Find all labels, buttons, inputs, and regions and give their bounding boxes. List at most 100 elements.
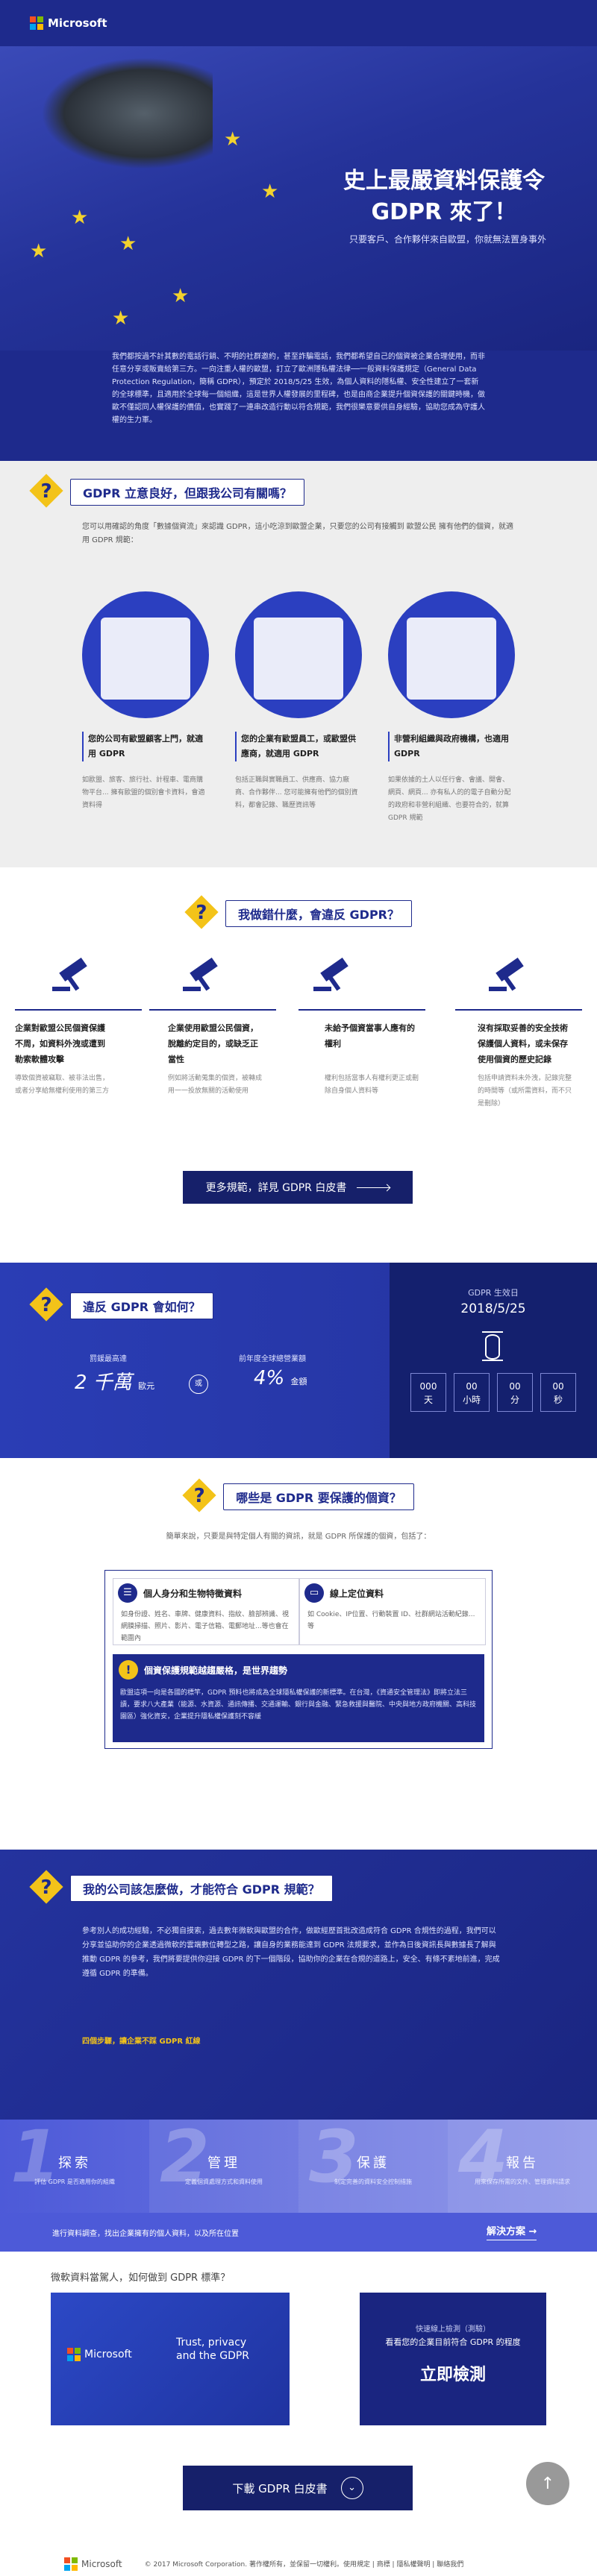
handshake-illustration	[235, 591, 362, 718]
fine-value: 2 千萬 歐元	[75, 1372, 155, 1394]
card-body: 包括正職與實職員工、供應商、協力廠商、合作夥伴... 您可能擁有他們的個別資料，…	[235, 776, 358, 809]
windows-logo-icon	[30, 16, 43, 30]
gavel-icon	[52, 957, 94, 993]
whitepaper-rules-button[interactable]: 更多規範，詳見 GDPR 白皮書	[183, 1171, 413, 1204]
footer: Microsoft © 2017 Microsoft Corporation. …	[0, 2551, 597, 2576]
violation-title: 企業使用歐盟公民個資，脫離約定目的，或缺乏正當性	[168, 1023, 258, 1064]
download-whitepaper-button[interactable]: 下載 GDPR 白皮書 ⌄	[183, 2466, 413, 2510]
eu-star-icon: ★	[224, 128, 242, 151]
revenue-value: 4% 金額	[254, 1367, 307, 1389]
steps-row: 1 探索 評估 GDPR 是否適用你的組織 2 管理 定義個資處理方式和資料使用 3 保護…	[0, 2115, 597, 2213]
check-now-button[interactable]: 立即檢測	[360, 2361, 546, 2385]
footer-copyright[interactable]: © 2017 Microsoft Corporation. 著作權所有，並保留一…	[145, 2559, 464, 2569]
eu-star-icon: ★	[119, 233, 137, 255]
footer-logo[interactable]: Microsoft	[64, 2557, 122, 2571]
customers-illustration	[82, 591, 209, 718]
protected-data-section: ? 哪些是 GDPR 要保護的個資？ 簡單來說，只要是與特定個人有關的資訊，就是…	[0, 1458, 597, 1850]
section-heading: ? 我的公司該怎麼做，才能符合 GDPR 規範？	[29, 1870, 333, 1905]
brand-name: Microsoft	[48, 16, 107, 30]
eu-star-icon: ★	[261, 180, 279, 203]
identity-box: ☰ 個人身分和生物特徵資料 如身份證、姓名、車牌、健康資料、指紋、臉部辨識、視網…	[113, 1578, 299, 1645]
applicability-section: ? GDPR 立意良好，但跟我公司有關嗎？ 您可以用確認的角度「數據個資流」來認…	[0, 461, 597, 867]
card-body: 如果依據的土人以任行會、會議、開會、網頁、網頁... 亦有私人的的電子自動分配的…	[388, 776, 511, 822]
countdown-label: GDPR 生效日	[468, 1288, 519, 1298]
trend-box: ! 個資保護規範越趨嚴格，是世界趨勢 歐盟這項一向是各國的標竿，GDPR 預料也…	[113, 1654, 484, 1742]
section-text: 參考別人的成功經驗，不必獨自摸索，過去數年微軟與歐盟的合作，做歐經歷首批改造成符…	[82, 1927, 500, 1978]
step-detail-text: 進行資料調查，找出企業擁有的個人資料，以及所在位置	[52, 2230, 239, 2238]
violation-title: 未給予個資當事人應有的權利	[325, 1023, 415, 1049]
top-bar: Microsoft	[0, 0, 597, 46]
alert-icon: !	[119, 1660, 138, 1680]
eu-star-icon: ★	[172, 285, 190, 307]
section-heading: ? 違反 GDPR 會如何？	[29, 1287, 213, 1322]
gavel-image	[41, 57, 213, 169]
card-body: 如歐盟、旅客、旅行社、計程車、電商購物平台... 擁有歐盟的個別會卡資料，會適資…	[82, 776, 205, 809]
gavel-icon	[313, 957, 355, 993]
location-box: ▭ 線上定位資料 如 Cookie、IP位置、行動裝置 ID、社群網站活動紀錄.…	[299, 1578, 486, 1645]
step-report[interactable]: 4 報告 用來保存所需的文件、管理資料請求	[448, 2115, 597, 2213]
section-title: 違反 GDPR 會如何？	[70, 1292, 213, 1319]
intro-text: 我們都按過不計其數的電話行銷、不明的社群邀約，甚至詐騙電話，我們都希望自己的個資…	[0, 351, 597, 461]
protected-data-card: ☰ 個人身分和生物特徵資料 如身份證、姓名、車牌、健康資料、指紋、臉部辨識、視網…	[104, 1570, 493, 1749]
countdown-hours: 00 小時	[454, 1373, 490, 1412]
countdown-seconds: 00 秒	[540, 1373, 576, 1412]
gavel-icon	[183, 957, 225, 993]
windows-logo-icon	[67, 2348, 81, 2361]
microsoft-logo[interactable]: Microsoft	[30, 16, 107, 30]
section-title: GDPR 立意良好，但跟我公司有關嗎？	[70, 479, 305, 506]
monitor-icon: ▭	[304, 1583, 324, 1603]
section-heading: ? GDPR 立意良好，但跟我公司有關嗎？	[29, 474, 305, 509]
hero-banner: ★ ★ ★ ★ ★ ★ ★ 史上最嚴資料保護令 GDPR 來了！ 只要客戶、合作夥…	[0, 46, 597, 351]
hourglass-icon	[482, 1331, 503, 1361]
eu-star-icon: ★	[71, 207, 89, 229]
countdown-date: 2018/5/25	[460, 1301, 526, 1316]
video-title: Trust, privacy and the GDPR	[176, 2337, 250, 2362]
countdown-panel: GDPR 生效日 2018/5/25 000 天 00 小時 00 分 00 秒	[390, 1263, 597, 1458]
gavel-icon	[489, 957, 531, 993]
revenue-label: 前年度全球總營業額	[239, 1355, 306, 1363]
card-title: 您的企業有歐盟員工，或歐盟供應商，就適用 GDPR	[235, 732, 362, 761]
countdown-minutes: 00 分	[497, 1373, 533, 1412]
question-icon: ?	[29, 1287, 63, 1322]
government-building-illustration	[388, 591, 515, 718]
question-icon: ?	[29, 1870, 63, 1905]
hero-title: 史上最嚴資料保護令 GDPR 來了！	[343, 168, 545, 225]
penalties-section: ? 違反 GDPR 會如何？ 罰鍰最高達 2 千萬 歐元 或 前年度全球總營業額…	[0, 1263, 597, 1458]
arrow-right-icon	[357, 1187, 390, 1188]
step-protect[interactable]: 3 保護 制定完善的資料安全控制措施	[298, 2115, 448, 2213]
online-check-panel: 快速線上檢測（測驗） 看看您的企業目前符合 GDPR 的程度 立即檢測	[360, 2293, 546, 2425]
resources-section: 微軟資料當駕人，如何做到 GDPR 標準？ Microsoft Trust, p…	[0, 2252, 597, 2576]
eu-star-icon: ★	[112, 307, 130, 330]
compliance-section: ? 我的公司該怎麼做，才能符合 GDPR 規範？ 參考別人的成功經驗，不必獨自摸…	[0, 1850, 597, 2120]
gdpr-video[interactable]: Microsoft Trust, privacy and the GDPR	[51, 2293, 290, 2425]
violation-title: 沒有採取妥善的安全技術保護個人資料，或未保存使用個資的歷史記錄	[478, 1023, 568, 1064]
resources-question: 微軟資料當駕人，如何做到 GDPR 標準？	[51, 2272, 231, 2284]
step-discover[interactable]: 1 探索 評估 GDPR 是否適用你的組織	[0, 2115, 149, 2213]
step-detail-bar: 進行資料調查，找出企業擁有的個人資料，以及所在位置 解決方案 →	[0, 2213, 597, 2252]
eu-star-icon: ★	[30, 240, 48, 263]
fine-label: 罰鍰最高達	[90, 1355, 127, 1363]
windows-logo-icon	[64, 2557, 78, 2571]
divider	[455, 1009, 582, 1011]
violation-title: 企業對歐盟公民個資保護不周，如資料外洩或遭到勒索軟體攻擊	[15, 1023, 105, 1064]
divider	[15, 1009, 142, 1011]
section-heading: ? 哪些是 GDPR 要保護的個資？	[182, 1478, 414, 1513]
section-heading: ? 我做錯什麼，會違反 GDPR？	[184, 895, 413, 930]
section-text: 您可以用確認的角度「數據個資流」來認識 GDPR，這小吃涼到歐盟企業，只要您的公…	[82, 523, 513, 544]
violation-body: 例如將活動蒐集的個資，被轉成用一一投放無關的活動使用	[168, 1075, 263, 1095]
hero-subtitle: 只要客戶、合作夥伴來自歐盟，你就無法置身事外	[348, 234, 546, 245]
back-to-top-button[interactable]: ↑	[526, 2462, 569, 2505]
section-title: 哪些是 GDPR 要保護的個資？	[223, 1483, 414, 1510]
divider	[149, 1009, 276, 1011]
or-badge: 或	[189, 1375, 208, 1394]
id-card-icon: ☰	[118, 1583, 137, 1603]
card-title: 非營利組織與政府機構，也適用 GDPR	[388, 732, 515, 761]
steps-label: 四個步驟，讓企業不踩 GDPR 紅線	[82, 2038, 201, 2046]
card-title: 您的公司有歐盟顧客上門，就適用 GDPR	[82, 732, 209, 761]
solutions-link[interactable]: 解決方案 →	[487, 2223, 537, 2240]
section-subtitle: 簡單來說，只要是與特定個人有關的資訊，就是 GDPR 所保護的個資，包括了：	[166, 1533, 431, 1541]
video-brand: Microsoft	[67, 2348, 132, 2361]
step-manage[interactable]: 2 管理 定義個資處理方式和資料使用	[149, 2115, 298, 2213]
section-title: 我做錯什麼，會違反 GDPR？	[225, 900, 413, 927]
divider	[298, 1009, 425, 1011]
